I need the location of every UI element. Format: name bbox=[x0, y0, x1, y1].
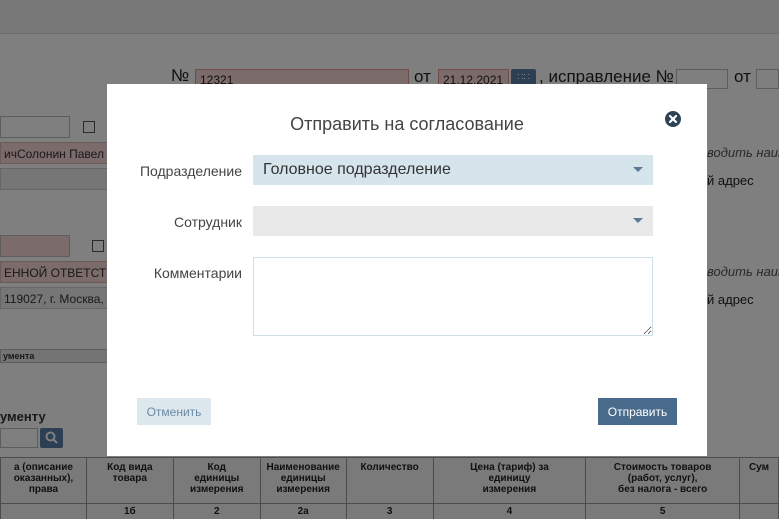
send-for-approval-dialog: Отправить на согласование Подразделение … bbox=[107, 84, 707, 456]
chevron-down-icon bbox=[633, 218, 643, 223]
close-button[interactable] bbox=[665, 111, 681, 127]
comments-label: Комментарии bbox=[153, 265, 242, 281]
division-select[interactable]: Головное подразделение bbox=[253, 155, 653, 185]
employee-label: Сотрудник bbox=[173, 214, 242, 230]
cancel-button[interactable]: Отменить bbox=[137, 398, 211, 425]
submit-button[interactable]: Отправить bbox=[598, 398, 677, 425]
dialog-title: Отправить на согласование bbox=[290, 114, 524, 134]
chevron-down-icon bbox=[633, 167, 643, 172]
division-select-value: Головное подразделение bbox=[263, 161, 451, 178]
comments-textarea[interactable] bbox=[253, 257, 653, 336]
close-icon bbox=[668, 114, 678, 124]
employee-select[interactable] bbox=[253, 206, 653, 236]
division-label: Подразделение bbox=[139, 163, 242, 179]
